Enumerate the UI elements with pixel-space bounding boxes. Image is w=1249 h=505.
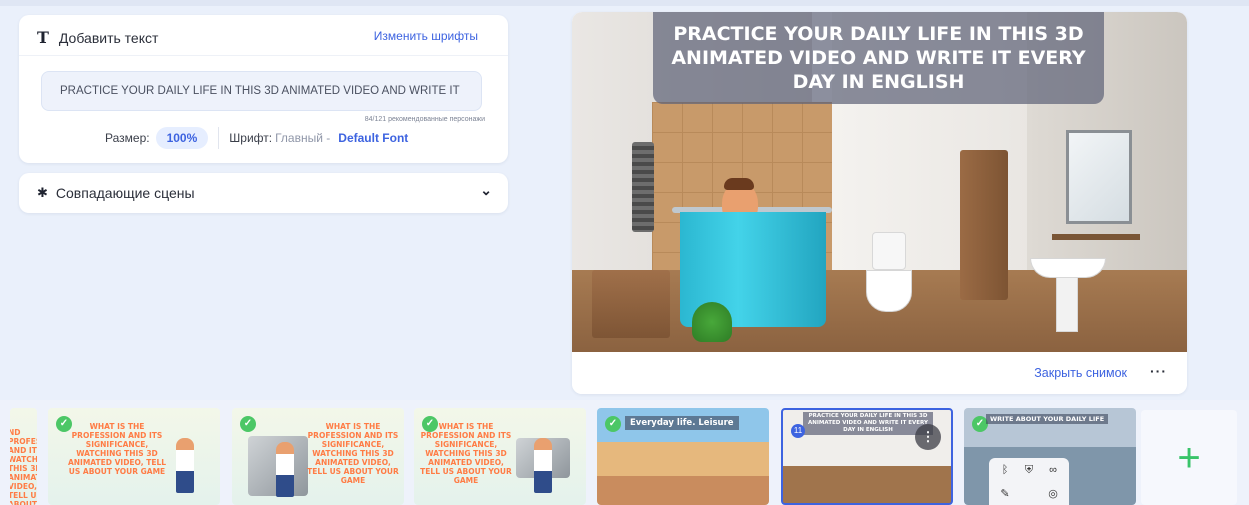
timeline-scene[interactable]: ✓ WRITE ABOUT YOUR DAILY LIFE ᛒ ⛨ ∞ ✎ ◎ (964, 408, 1136, 505)
scene-plant (692, 302, 732, 342)
preview-text-banner[interactable]: PRACTICE YOUR DAILY LIFE IN THIS 3D ANIM… (653, 12, 1104, 104)
scene-mirror (1066, 130, 1132, 224)
link-icon[interactable]: ∞ (1043, 464, 1063, 483)
scene-text: PRACTICE YOUR DAILY LIFE IN THIS 3D ANIM… (803, 412, 933, 435)
preview-image: PRACTICE YOUR DAILY LIFE IN THIS 3D ANIM… (572, 12, 1187, 352)
scene-shelf (1052, 234, 1140, 240)
scene-character (176, 438, 194, 493)
scene-text: WHAT IS THE PROFESSION AND ITS SIGNIFICA… (420, 422, 512, 485)
scene-drawers (592, 270, 670, 338)
scene-sink (1030, 258, 1106, 278)
text-icon: T (37, 28, 49, 47)
size-label: Размер: (105, 131, 150, 145)
scene-text: WHAT IS THE PROFESSION AND ITS SIGNIFICA… (67, 422, 167, 476)
scene-toilet-tank (872, 232, 906, 270)
security-icon[interactable]: ⛨ (1019, 464, 1039, 483)
scene-character (276, 442, 294, 497)
check-icon: ✓ (605, 416, 621, 432)
timeline-scene-selected[interactable]: PRACTICE YOUR DAILY LIFE IN THIS 3D ANIM… (781, 408, 953, 505)
scene-text: WRITE ABOUT YOUR DAILY LIFE (986, 414, 1109, 424)
timeline-scene[interactable]: ND PROFESSION AND IT'S, WATCHING THIS 3D… (10, 408, 37, 505)
preview-text: PRACTICE YOUR DAILY LIFE IN THIS 3D ANIM… (671, 23, 1086, 93)
matching-scenes-title: Совпадающие сцены (55, 185, 195, 201)
char-count: 84/121 рекомендованные персонажи (364, 116, 485, 123)
scene-number-badge: 11 (791, 424, 805, 438)
scene-heater (632, 142, 654, 232)
timeline-scene[interactable]: ✓ WHAT IS THE PROFESSION AND ITS SIGNIFI… (232, 408, 404, 505)
scene-character (534, 438, 552, 493)
timeline-scene[interactable]: ✓ WHAT IS THE PROFESSION AND ITS SIGNIFI… (48, 408, 220, 505)
preview-footer: Закрыть снимок ··· (572, 352, 1187, 394)
divider (19, 55, 508, 56)
plus-icon: + (1177, 435, 1201, 480)
scene-cabinet (960, 150, 1008, 300)
scene-text: ND PROFESSION AND IT'S, WATCHING THIS 3D… (10, 428, 37, 505)
scene-text-input[interactable]: PRACTICE YOUR DAILY LIFE IN THIS 3D ANIM… (41, 71, 482, 111)
add-text-title: Добавить текст (58, 29, 159, 46)
add-text-header: T Добавить текст (37, 28, 158, 47)
bluetooth-icon[interactable]: ᛒ (995, 464, 1015, 483)
system-tray-popup: ᛒ ⛨ ∞ ✎ ◎ (989, 458, 1069, 505)
top-bar (0, 0, 1249, 6)
scene-sink-pedestal (1056, 277, 1078, 332)
scene-text: Everyday life. Leisure (625, 416, 739, 430)
scene-timeline: ND PROFESSION AND IT'S, WATCHING THIS 3D… (0, 400, 1249, 505)
change-fonts-link[interactable]: Изменить шрифты (374, 29, 478, 43)
gear-icon: ✱ (37, 185, 48, 200)
font-selector[interactable]: Default Font (338, 131, 408, 145)
chevron-down-icon[interactable]: ⌄ (480, 182, 492, 199)
font-category: Главный - (275, 131, 331, 145)
more-options-icon[interactable]: ··· (1150, 363, 1167, 379)
check-icon: ✓ (240, 416, 256, 432)
scene-character-hair (724, 178, 754, 190)
divider (218, 127, 220, 149)
add-scene-button[interactable]: + (1141, 410, 1237, 505)
pen-icon[interactable]: ✎ (995, 487, 1015, 505)
close-snapshot-button[interactable]: Закрыть снимок (1034, 366, 1127, 380)
scene-text: WHAT IS THE PROFESSION AND ITS SIGNIFICA… (307, 422, 399, 485)
globe-icon[interactable]: ◎ (1043, 487, 1063, 505)
add-text-panel: T Добавить текст Изменить шрифты PRACTIC… (19, 15, 508, 163)
scene-preview: PRACTICE YOUR DAILY LIFE IN THIS 3D ANIM… (572, 12, 1187, 394)
timeline-scene[interactable]: ✓ Everyday life. Leisure (597, 408, 769, 505)
size-selector[interactable]: 100% (155, 127, 209, 149)
font-label: Шрифт: (229, 131, 273, 145)
matching-scenes-panel[interactable]: ✱ Совпадающие сцены ⌄ (19, 173, 508, 213)
scene-toilet (866, 270, 912, 312)
timeline-scene[interactable]: ✓ WHAT IS THE PROFESSION AND ITS SIGNIFI… (414, 408, 586, 505)
text-settings-row: Размер: 100% Шрифт: Главный - Default Fo… (105, 127, 408, 149)
more-vertical-icon[interactable]: ⋮ (915, 424, 941, 450)
blank-icon (1019, 487, 1039, 505)
